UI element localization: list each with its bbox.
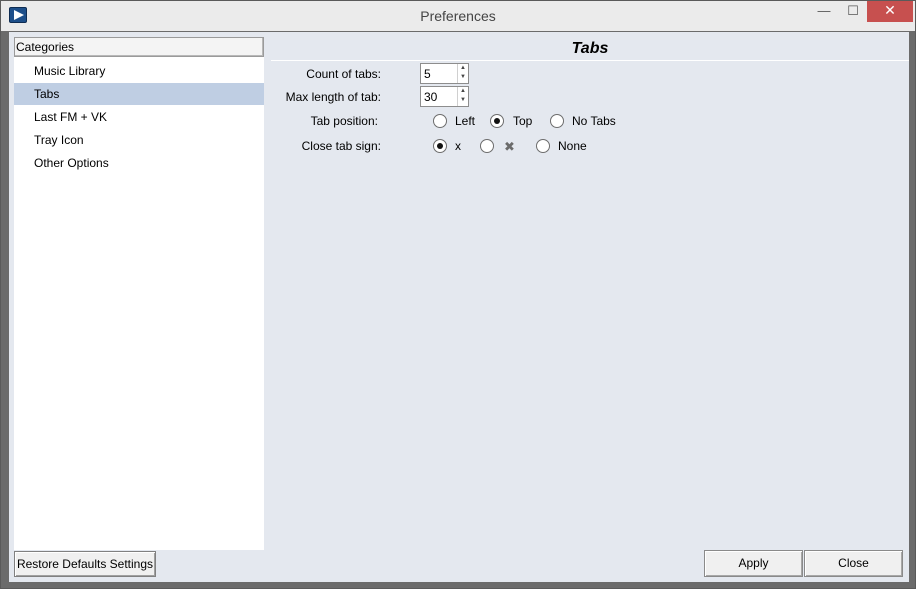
maximize-icon[interactable]: ☐ [839,1,867,22]
count-of-tabs-spinbox[interactable]: 5 ▲ ▼ [420,63,469,84]
close-sign-none-radio[interactable] [536,139,550,153]
close-x-icon[interactable]: ✖ [504,140,516,153]
spin-down-icon[interactable]: ▼ [458,96,468,105]
categories-list: Categories Music Library Tabs Last FM + … [14,37,264,550]
apply-button[interactable]: Apply [704,550,803,577]
spin-up-icon[interactable]: ▲ [458,87,468,96]
dialog-client-area: Categories Music Library Tabs Last FM + … [9,32,909,582]
count-of-tabs-value[interactable]: 5 [424,66,431,82]
preferences-window: Preferences — ☐ ✕ Categories Music Libra… [0,0,916,589]
category-item-tray-icon[interactable]: Tray Icon [14,129,264,151]
title-bar[interactable]: Preferences — ☐ ✕ [1,1,915,31]
tab-position-no-tabs-radio[interactable] [550,114,564,128]
close-button[interactable]: Close [804,550,903,577]
close-sign-none-label[interactable]: None [558,138,587,154]
max-length-stepper: ▲ ▼ [457,87,468,106]
close-sign-x-radio[interactable] [433,139,447,153]
tab-position-label: Tab position: [310,114,378,128]
category-item-last-fm-vk[interactable]: Last FM + VK [14,106,264,128]
spin-up-icon[interactable]: ▲ [458,64,468,73]
close-sign-x-label[interactable]: x [455,138,461,154]
tab-position-left-radio[interactable] [433,114,447,128]
count-of-tabs-stepper: ▲ ▼ [457,64,468,83]
close-icon[interactable]: ✕ [867,1,913,22]
category-item-music-library[interactable]: Music Library [14,60,264,82]
tab-position-left-label[interactable]: Left [455,113,475,129]
minimize-icon[interactable]: — [809,1,839,22]
tabs-settings-panel: Tabs Count of tabs: 5 ▲ ▼ Max length of … [271,37,909,547]
count-of-tabs-label: Count of tabs: [306,67,381,81]
window-title: Preferences [420,8,496,24]
max-length-label: Max length of tab: [285,90,381,104]
close-sign-icon-radio[interactable] [480,139,494,153]
max-length-value[interactable]: 30 [424,89,437,105]
tab-position-top-label[interactable]: Top [513,113,532,129]
tab-position-top-radio[interactable] [490,114,504,128]
max-length-spinbox[interactable]: 30 ▲ ▼ [420,86,469,107]
spin-down-icon[interactable]: ▼ [458,73,468,82]
categories-header[interactable]: Categories [14,37,264,57]
tab-position-no-tabs-label[interactable]: No Tabs [572,113,616,129]
restore-defaults-button[interactable]: Restore Defaults Settings [14,551,156,577]
category-item-tabs[interactable]: Tabs [14,83,264,105]
category-item-other-options[interactable]: Other Options [14,152,264,174]
page-title: Tabs [271,37,909,61]
close-tab-sign-label: Close tab sign: [301,139,381,153]
